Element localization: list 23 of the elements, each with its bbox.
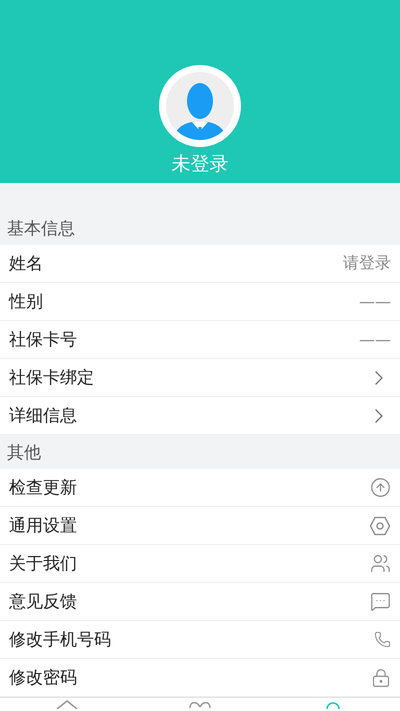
settings-row[interactable]: 关于我们 [0, 545, 400, 583]
row-value: 请登录 [343, 253, 391, 274]
row-value: —— [359, 330, 391, 349]
row-value: —— [359, 292, 391, 311]
settings-row[interactable]: 姓名 请登录 [0, 245, 400, 283]
upload-icon [370, 477, 391, 498]
settings-row[interactable]: 社保卡号 —— [0, 321, 400, 359]
settings-row[interactable]: 意见反馈 [0, 583, 400, 621]
settings-row[interactable]: 检查更新 [0, 469, 400, 507]
settings-row[interactable]: 详细信息 [0, 397, 400, 435]
settings-row[interactable]: 社保卡绑定 [0, 359, 400, 397]
section-title: 其他 [7, 442, 41, 464]
message-icon [370, 591, 391, 612]
phone-icon [374, 631, 391, 648]
section-title: 基本信息 [7, 218, 75, 240]
settings-row[interactable]: 性别 —— [0, 283, 400, 321]
settings-row[interactable]: 修改手机号码 [0, 621, 400, 659]
settings-row[interactable]: 通用设置 [0, 507, 400, 545]
users-icon [370, 553, 391, 574]
settings-row[interactable]: 修改密码 [0, 659, 400, 697]
avatar-icon [159, 65, 241, 147]
lock-icon [371, 668, 391, 688]
settings-icon [369, 516, 391, 536]
